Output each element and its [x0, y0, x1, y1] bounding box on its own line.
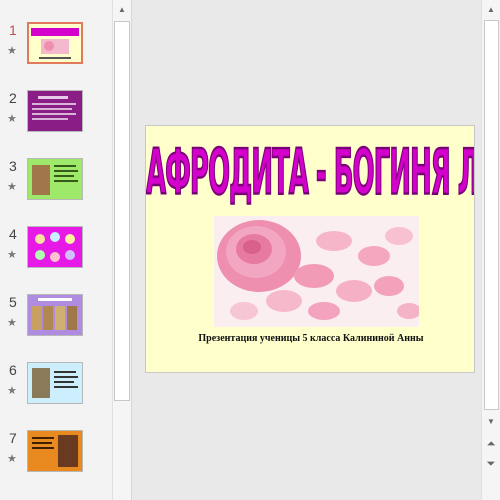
slide-thumbnail-image[interactable] — [27, 90, 83, 132]
scrollbar-thumb[interactable] — [114, 21, 130, 401]
slide-number: 6 — [9, 362, 17, 378]
slide-thumbnail-3[interactable]: 3 ★ — [0, 158, 112, 218]
rose-petals-image[interactable] — [214, 216, 419, 327]
scroll-up-icon[interactable]: ▲ — [113, 2, 131, 18]
slide-thumbnail-4[interactable]: 4 ★ — [0, 226, 112, 286]
current-slide[interactable]: АФРОДИТА - БОГИНЯ ЛЮБВИ И КРАСОТЫ Презен… — [145, 125, 475, 373]
slide-thumbnail-5[interactable]: 5 ★ — [0, 294, 112, 354]
animation-star-icon: ★ — [7, 317, 17, 329]
slide-thumbnail-2[interactable]: 2 ★ — [0, 90, 112, 150]
slide-thumbnail-image[interactable] — [27, 430, 83, 472]
previous-slide-icon[interactable]: ⏶ — [482, 436, 500, 452]
slide-number: 4 — [9, 226, 17, 242]
slide-thumbnail-7[interactable]: 7 ★ — [0, 430, 112, 490]
animation-star-icon: ★ — [7, 385, 17, 397]
slide-thumbnail-image[interactable] — [27, 226, 83, 268]
slide-number: 7 — [9, 430, 17, 446]
scrollbar-thumb[interactable] — [484, 20, 499, 410]
slide-number: 3 — [9, 158, 17, 174]
slide-subtitle[interactable]: Презентация ученицы 5 класса Калининой А… — [146, 333, 474, 344]
slide-thumbnail-image[interactable] — [27, 158, 83, 200]
slide-title[interactable]: АФРОДИТА - БОГИНЯ ЛЮБВИ И КРАСОТЫ — [146, 136, 474, 213]
next-slide-icon[interactable]: ⏷ — [482, 456, 500, 472]
animation-star-icon: ★ — [7, 113, 17, 125]
slide-thumbnail-6[interactable]: 6 ★ — [0, 362, 112, 422]
slide-number: 5 — [9, 294, 17, 310]
slide-thumbnail-image[interactable] — [27, 22, 83, 64]
animation-star-icon: ★ — [7, 249, 17, 261]
animation-star-icon: ★ — [7, 453, 17, 465]
slide-thumbnail-image[interactable] — [27, 362, 83, 404]
animation-star-icon: ★ — [7, 181, 17, 193]
editor-scrollbar[interactable]: ▲ ▼ ⏶ ⏷ — [481, 0, 500, 500]
scroll-down-icon[interactable]: ▼ — [482, 414, 500, 430]
slide-number: 1 — [9, 22, 17, 38]
slide-thumbnails-pane: 1 ★ 2 ★ 3 ★ 4 ★ 5 ★ 6 ★ 7 ★ — [0, 0, 112, 500]
slide-thumbnail-image[interactable] — [27, 294, 83, 336]
scroll-up-icon[interactable]: ▲ — [482, 2, 500, 18]
slide-thumbnail-1[interactable]: 1 ★ — [0, 22, 112, 82]
animation-star-icon: ★ — [7, 45, 17, 57]
slide-number: 2 — [9, 90, 17, 106]
thumbnails-scrollbar[interactable]: ▲ — [112, 0, 131, 500]
